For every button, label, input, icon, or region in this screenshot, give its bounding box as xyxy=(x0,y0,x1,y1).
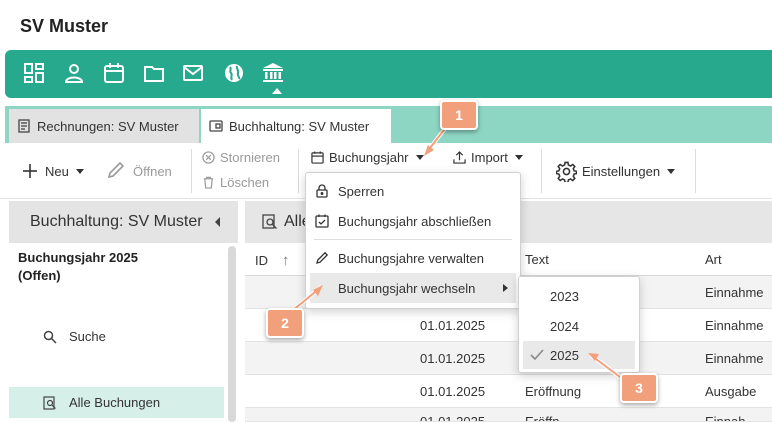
open-button[interactable]: Öffnen xyxy=(106,162,172,180)
checkmark-icon xyxy=(530,349,544,361)
upload-icon xyxy=(453,151,466,164)
pencil-icon xyxy=(107,162,125,179)
list-search-icon xyxy=(262,214,277,229)
chevron-down-icon xyxy=(75,168,84,174)
pencil-icon xyxy=(316,251,329,264)
chevron-down-icon xyxy=(415,155,424,160)
ledger-icon xyxy=(209,120,223,132)
fiscal-year-submenu: 2023 2024 2025 xyxy=(518,276,640,373)
tab-label: Rechnungen: SV Muster xyxy=(37,118,179,134)
year-option-2025[interactable]: 2025 xyxy=(523,341,635,369)
toolbar-divider xyxy=(695,149,696,193)
cancel-circle-icon xyxy=(202,151,215,164)
column-id[interactable]: ID ↑ xyxy=(255,252,290,269)
fiscal-year-status: Buchungsjahr 2025 (Offen) xyxy=(18,250,138,283)
tab-buchhaltung[interactable]: Buchhaltung: SV Muster xyxy=(201,109,391,143)
sidebar: Buchhaltung: SV Muster Buchungsjahr 2025… xyxy=(9,199,238,422)
toolbar-divider xyxy=(541,149,542,193)
import-button[interactable]: Import xyxy=(453,150,523,165)
year-option-2024[interactable]: 2024 xyxy=(523,312,635,340)
plus-icon xyxy=(23,164,37,178)
annotation-badge-2: 2 xyxy=(266,308,304,338)
list-search-icon xyxy=(43,395,56,410)
delete-button[interactable]: Löschen xyxy=(202,175,269,190)
app-title: SV Muster xyxy=(20,16,109,36)
annotation-badge-3: 3 xyxy=(620,373,658,403)
menu-divider xyxy=(314,239,512,240)
collapse-sidebar-icon[interactable] xyxy=(215,217,220,227)
sort-ascending-icon: ↑ xyxy=(282,252,290,269)
trash-icon xyxy=(203,176,214,189)
table-row[interactable]: 01.01.2025 Eröffn Einnah xyxy=(245,408,772,422)
globe-icon[interactable] xyxy=(223,62,245,84)
column-text[interactable]: Text xyxy=(525,252,549,267)
toolbar-divider xyxy=(298,149,299,193)
table-row[interactable]: 01.01.2025 Einnahme xyxy=(245,342,772,375)
search-icon xyxy=(43,330,57,344)
toolbar-divider xyxy=(191,149,192,193)
user-icon[interactable] xyxy=(63,62,85,84)
invoice-icon xyxy=(18,119,30,133)
table-row[interactable]: 01.01.2025 Einnahme xyxy=(245,309,772,342)
lock-icon xyxy=(316,184,328,198)
cancel-booking-button[interactable]: Stornieren xyxy=(202,150,280,165)
column-art[interactable]: Art xyxy=(705,252,722,267)
menu-item-wechseln[interactable]: Buchungsjahr wechseln xyxy=(310,273,516,303)
gear-icon xyxy=(556,161,577,182)
year-option-2023[interactable]: 2023 xyxy=(523,282,635,310)
settings-button[interactable]: Einstellungen xyxy=(556,161,676,182)
fiscal-year-button[interactable]: Buchungsjahr xyxy=(311,150,424,165)
menu-item-sperren[interactable]: Sperren xyxy=(306,176,520,206)
chevron-down-icon xyxy=(514,155,523,160)
dashboard-icon[interactable] xyxy=(23,62,45,84)
menu-item-abschliessen[interactable]: Buchungsjahr abschließen xyxy=(306,206,520,236)
module-icon-bar xyxy=(5,50,772,98)
folder-icon[interactable] xyxy=(143,62,165,84)
chevron-right-icon xyxy=(503,284,508,292)
calendar-icon[interactable] xyxy=(103,62,125,84)
chevron-down-icon xyxy=(667,169,676,174)
tab-strip: Rechnungen: SV Muster Buchhaltung: SV Mu… xyxy=(5,106,772,143)
bank-icon[interactable] xyxy=(262,62,284,84)
tab-rechnungen[interactable]: Rechnungen: SV Muster xyxy=(9,109,199,143)
tab-label: Buchhaltung: SV Muster xyxy=(229,118,370,134)
new-button[interactable]: Neu xyxy=(22,163,84,179)
fiscal-year-menu: Sperren Buchungsjahr abschließen Buchung… xyxy=(305,172,521,309)
calendar-icon xyxy=(311,151,324,164)
sidebar-item-alle-buchungen[interactable]: Alle Buchungen xyxy=(9,387,224,418)
table-row[interactable]: 01.01.2025 Eröffnung Ausgabe xyxy=(245,375,772,408)
menu-item-verwalten[interactable]: Buchungsjahre verwalten xyxy=(306,243,520,273)
mail-icon[interactable] xyxy=(182,62,204,84)
sidebar-item-suche[interactable]: Suche xyxy=(9,321,224,352)
sidebar-header: Buchhaltung: SV Muster xyxy=(9,201,238,243)
sidebar-scrollbar[interactable] xyxy=(228,246,236,422)
active-module-indicator xyxy=(272,88,282,94)
annotation-badge-1: 1 xyxy=(440,100,478,130)
calendar-check-icon xyxy=(315,214,329,228)
